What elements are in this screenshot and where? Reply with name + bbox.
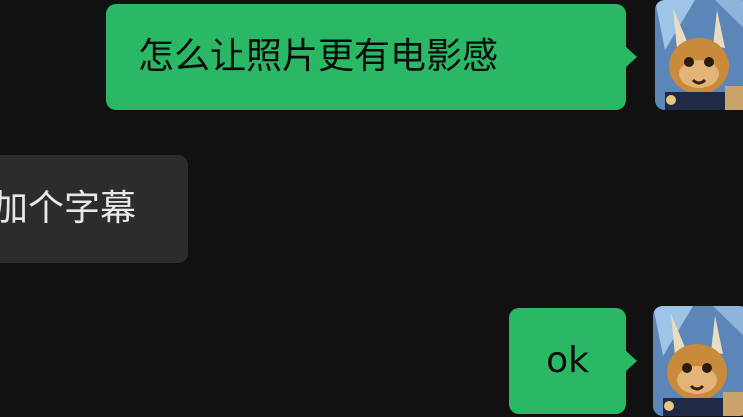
outgoing-message-bubble[interactable]: ok (509, 308, 637, 414)
chat-area: 怎么让照片更有电影感 加个字幕 ok (0, 0, 743, 417)
outgoing-message-bubble[interactable]: 怎么让照片更有电影感 (106, 4, 637, 110)
incoming-message-bubble[interactable]: 加个字幕 (0, 155, 188, 263)
message-text: 加个字幕 (0, 188, 137, 229)
message-text: 怎么让照片更有电影感 (138, 36, 499, 77)
avatar-image (655, 0, 743, 110)
user-avatar[interactable] (655, 0, 743, 110)
user-avatar[interactable] (653, 306, 743, 416)
message-text: ok (546, 340, 589, 381)
avatar-image (653, 306, 743, 416)
